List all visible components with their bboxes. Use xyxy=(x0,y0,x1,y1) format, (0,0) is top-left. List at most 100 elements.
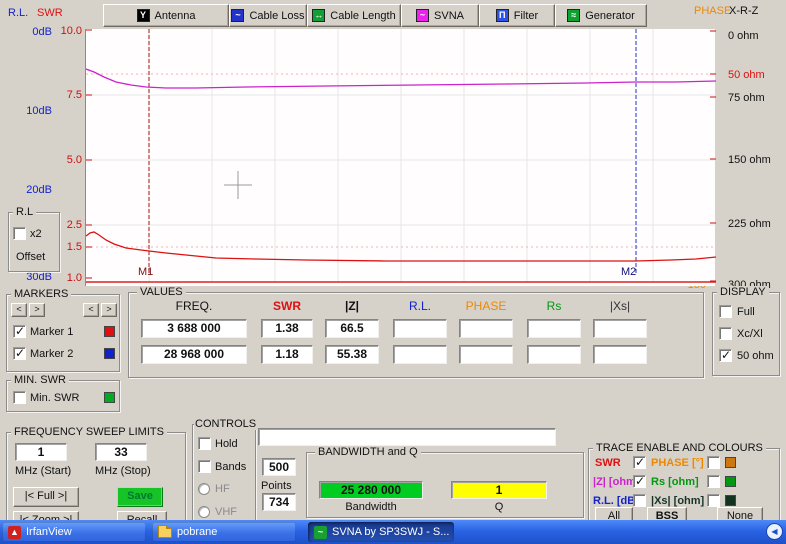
generator-button[interactable]: ≈ Generator xyxy=(555,4,647,27)
marker1-prev-button[interactable]: < xyxy=(11,303,27,317)
trace-xs-label: |Xs| [ohm] xyxy=(651,495,704,507)
ohm-tick-50: 50 ohm xyxy=(728,69,765,81)
cable-length-button-label: Cable Length xyxy=(330,10,395,22)
header-rs: Rs xyxy=(527,299,581,313)
display-50ohm-label: 50 ohm xyxy=(737,350,774,362)
trace-phase-color-swatch[interactable] xyxy=(725,457,736,468)
db-tick-20: 20dB xyxy=(20,184,52,196)
markers-box: MARKERS < > < > Marker 1 Marker 2 xyxy=(6,294,120,372)
ohm-tick-0: 0 ohm xyxy=(728,30,759,42)
stop-freq-label: MHz (Stop) xyxy=(95,465,151,477)
m2-swr-value: 1.18 xyxy=(261,345,313,364)
notification-chevron-icon[interactable]: ◀ xyxy=(766,523,783,540)
points-label: Points xyxy=(261,480,292,492)
min-swr-checkbox[interactable] xyxy=(13,391,26,404)
points-alt-field[interactable]: 734 xyxy=(262,493,296,511)
m2-freq-value: 28 968 000 xyxy=(141,345,247,364)
chart-canvas xyxy=(86,29,716,286)
x2-checkbox[interactable] xyxy=(13,227,26,240)
irfanview-icon: ▲ xyxy=(8,526,21,539)
taskbar-item-svna[interactable]: ~ SVNA by SP3SWJ - S... xyxy=(308,522,454,542)
points-field[interactable]: 500 xyxy=(262,458,296,476)
hold-checkbox[interactable] xyxy=(198,437,211,450)
display-full-checkbox[interactable] xyxy=(719,305,732,318)
trace-z-checkbox[interactable] xyxy=(633,475,646,488)
cable-length-button[interactable]: ↔ Cable Length xyxy=(307,4,401,27)
sweep-limits-title: FREQUENCY SWEEP LIMITS xyxy=(11,426,167,438)
m1-swr-value: 1.38 xyxy=(261,319,313,338)
hf-radio[interactable] xyxy=(198,483,210,495)
bandwidth-box-title: BANDWIDTH and Q xyxy=(315,446,421,458)
marker2-checkbox[interactable] xyxy=(13,347,26,360)
taskbar-item-irfanview-label: IrfanView xyxy=(26,526,72,538)
min-swr-box-title: MIN. SWR xyxy=(11,374,69,386)
generator-button-label: Generator xyxy=(585,10,635,22)
start-freq-label: MHz (Start) xyxy=(15,465,71,477)
full-span-button[interactable]: |< Full >| xyxy=(13,487,79,507)
trace-rl-checkbox[interactable] xyxy=(633,494,646,507)
m1-xs-value xyxy=(593,319,647,338)
taskbar-item-pobrane[interactable]: pobrane xyxy=(152,522,296,542)
vhf-radio[interactable] xyxy=(198,506,210,518)
ohm-tick-225: 225 ohm xyxy=(728,218,771,230)
x2-label: x2 xyxy=(30,228,42,240)
xrz-scale-label: X-R-Z xyxy=(729,5,758,17)
min-swr-box: MIN. SWR Min. SWR xyxy=(6,380,120,412)
svna-button-label: SVNA xyxy=(434,10,464,22)
db-tick-10: 10dB xyxy=(20,105,52,117)
m2-xs-value xyxy=(593,345,647,364)
status-field[interactable] xyxy=(258,428,556,446)
cable-loss-button[interactable]: ~ Cable Loss xyxy=(229,4,307,27)
main-toolbar: Y Antenna ~ Cable Loss ↔ Cable Length ~ … xyxy=(103,4,647,27)
trace-swr-label: SWR xyxy=(595,457,621,469)
trace-xs-color-swatch[interactable] xyxy=(725,495,736,506)
cable-loss-button-label: Cable Loss xyxy=(249,10,304,22)
m2-rs-value xyxy=(527,345,581,364)
save-button[interactable]: Save xyxy=(117,487,163,507)
db-tick-0: 0dB xyxy=(20,26,52,38)
folder-icon xyxy=(158,528,172,538)
marker2-prev-button[interactable]: < xyxy=(83,303,99,317)
marker2-next-button[interactable]: > xyxy=(101,303,117,317)
taskbar-item-irfanview[interactable]: ▲ IrfanView xyxy=(2,522,146,542)
svna-icon: ~ xyxy=(416,9,429,22)
display-box-title: DISPLAY xyxy=(717,286,769,298)
trace-rs-color-swatch[interactable] xyxy=(725,476,736,487)
trace-xs-checkbox[interactable] xyxy=(707,494,720,507)
controls-box-title: CONTROLS xyxy=(194,418,257,430)
marker2-flag[interactable]: M2 xyxy=(621,266,636,278)
marker1-color-swatch xyxy=(104,326,115,337)
values-box: VALUES FREQ. SWR |Z| R.L. PHASE Rs |Xs| … xyxy=(128,292,704,378)
filter-button[interactable]: Π Filter xyxy=(479,4,555,27)
q-label: Q xyxy=(451,501,547,513)
sweep-chart[interactable] xyxy=(85,29,715,286)
offset-label: Offset xyxy=(16,251,45,263)
display-50ohm-checkbox[interactable] xyxy=(719,349,732,362)
marker1-next-button[interactable]: > xyxy=(29,303,45,317)
bands-checkbox[interactable] xyxy=(198,460,211,473)
svna-button[interactable]: ~ SVNA xyxy=(401,4,479,27)
generator-icon: ≈ xyxy=(567,9,580,22)
marker1-flag[interactable]: M1 xyxy=(138,266,153,278)
header-freq: FREQ. xyxy=(141,299,247,313)
antenna-button-label: Antenna xyxy=(155,10,196,22)
q-field: 1 xyxy=(451,481,547,499)
marker2-label: Marker 2 xyxy=(30,348,73,360)
display-box: DISPLAY Full Xc/Xl 50 ohm xyxy=(712,292,780,376)
rl-scale-label: R.L. xyxy=(8,7,28,19)
header-rl: R.L. xyxy=(393,299,447,313)
m2-z-value: 55.38 xyxy=(325,345,379,364)
start-freq-field[interactable]: 1 xyxy=(15,443,67,461)
trace-rs-label: Rs [ohm] xyxy=(651,476,699,488)
marker1-checkbox[interactable] xyxy=(13,325,26,338)
antenna-button[interactable]: Y Antenna xyxy=(103,4,229,27)
trace-box-title: TRACE ENABLE AND COLOURS xyxy=(593,442,766,454)
trace-swr-checkbox[interactable] xyxy=(633,456,646,469)
m1-rs-value xyxy=(527,319,581,338)
swr-scale-label: SWR xyxy=(37,7,63,19)
taskbar-item-svna-label: SVNA by SP3SWJ - S... xyxy=(332,526,449,538)
display-xcxl-checkbox[interactable] xyxy=(719,327,732,340)
trace-phase-checkbox[interactable] xyxy=(707,456,720,469)
stop-freq-field[interactable]: 33 xyxy=(95,443,147,461)
trace-rs-checkbox[interactable] xyxy=(707,475,720,488)
